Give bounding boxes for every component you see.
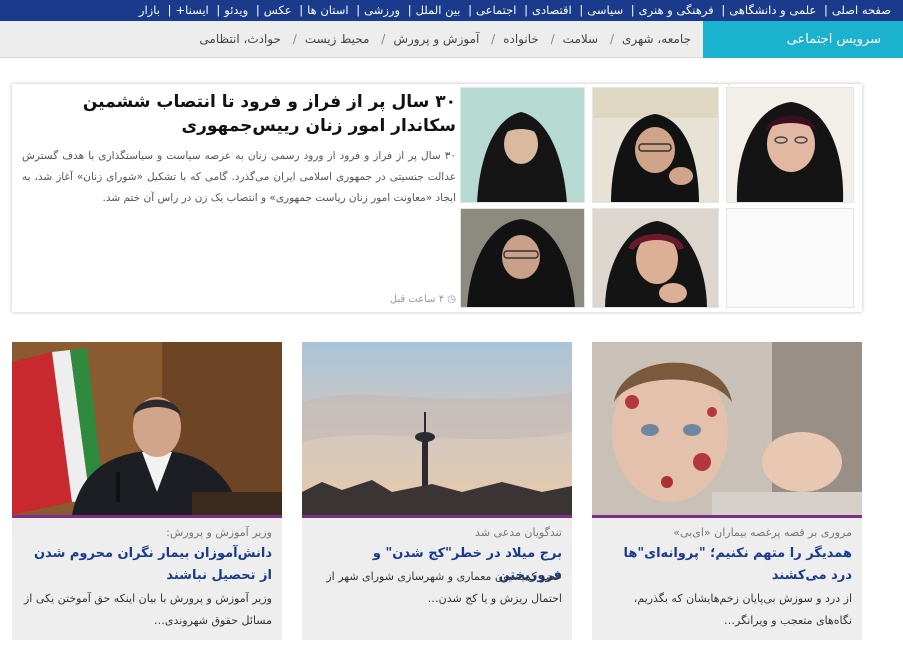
card-title[interactable]: همدیگر را متهم نکنیم؛ "پروانه‌ای"ها درد … [602, 543, 852, 587]
featured-story[interactable]: ۳۰ سال پر از فراز و فرود تا انتصاب ششمین… [12, 84, 862, 312]
photo-tile [592, 87, 719, 203]
card-title[interactable]: دانش‌آموزان بیمار نگران محروم شدن از تحص… [22, 543, 272, 587]
nav-market[interactable]: بازار [139, 3, 160, 17]
card-image [592, 342, 862, 515]
news-card[interactable]: وزیر آموزش و پرورش: دانش‌آموزان بیمار نگ… [12, 342, 282, 640]
card-kicker: مروری بر قصه پرغصه بیماران «ای‌بی» [673, 526, 852, 539]
photo-tile-empty [726, 208, 854, 308]
nav-politics[interactable]: سیاسی [587, 3, 623, 17]
section-subnav: جامعه، شهری/ سلامت/ خانواده/ آموزش و پرو… [199, 32, 691, 46]
subnav-family[interactable]: خانواده [503, 32, 539, 46]
subnav-environment[interactable]: محیط زیست [305, 32, 370, 46]
card-kicker: وزیر آموزش و پرورش: [166, 526, 272, 539]
photo-tile [460, 87, 585, 203]
subnav-health[interactable]: سلامت [563, 32, 598, 46]
section-title[interactable]: سرویس اجتماعی [703, 21, 903, 58]
card-lead: از درد و سوزش بی‌پایان زخم‌هایشان که بگذ… [633, 592, 852, 627]
subnav-incidents[interactable]: حوادث، انتظامی [199, 32, 281, 46]
nav-video[interactable]: ویدئو [224, 3, 248, 17]
section-bar: سرویس اجتماعی جامعه، شهری/ سلامت/ خانواد… [0, 21, 903, 58]
nav-science[interactable]: علمی و دانشگاهی [729, 3, 816, 17]
card-image [12, 342, 282, 515]
nav-social[interactable]: اجتماعی [476, 3, 516, 17]
featured-photo-mosaic[interactable] [12, 84, 854, 312]
nav-international[interactable]: بین الملل [416, 3, 461, 17]
news-card[interactable]: تندگویان مدعی شد برج میلاد در خطر"کج شدن… [302, 342, 572, 640]
nav-home[interactable]: صفحه اصلی [832, 3, 891, 17]
nav-isna-plus[interactable]: ایسنا+ [175, 3, 208, 17]
card-kicker: تندگویان مدعی شد [475, 526, 562, 539]
subnav-urban[interactable]: جامعه، شهری [622, 32, 691, 46]
clock-icon: ◷ [447, 294, 456, 305]
card-lead: عضو کمیسیون معماری و شهرسازی شورای شهر ا… [326, 570, 562, 605]
top-nav: صفحه اصلی| علمی و دانشگاهی| فرهنگی و هنر… [0, 0, 903, 21]
card-lead: وزیر آموزش و پرورش با بیان اینکه حق آموخ… [24, 592, 272, 627]
photo-tile [592, 208, 719, 308]
nav-photo[interactable]: عکس [264, 3, 292, 17]
nav-provinces[interactable]: استان ها [307, 3, 348, 17]
photo-tile [726, 87, 854, 203]
photo-tile [460, 208, 585, 308]
nav-economy[interactable]: اقتصادی [532, 3, 572, 17]
nav-sports[interactable]: ورزشی [364, 3, 400, 17]
subnav-education[interactable]: آموزش و پرورش [393, 32, 479, 46]
news-card[interactable]: مروری بر قصه پرغصه بیماران «ای‌بی» همدیگ… [592, 342, 862, 640]
nav-culture[interactable]: فرهنگی و هنری [639, 3, 714, 17]
card-image [302, 342, 572, 515]
